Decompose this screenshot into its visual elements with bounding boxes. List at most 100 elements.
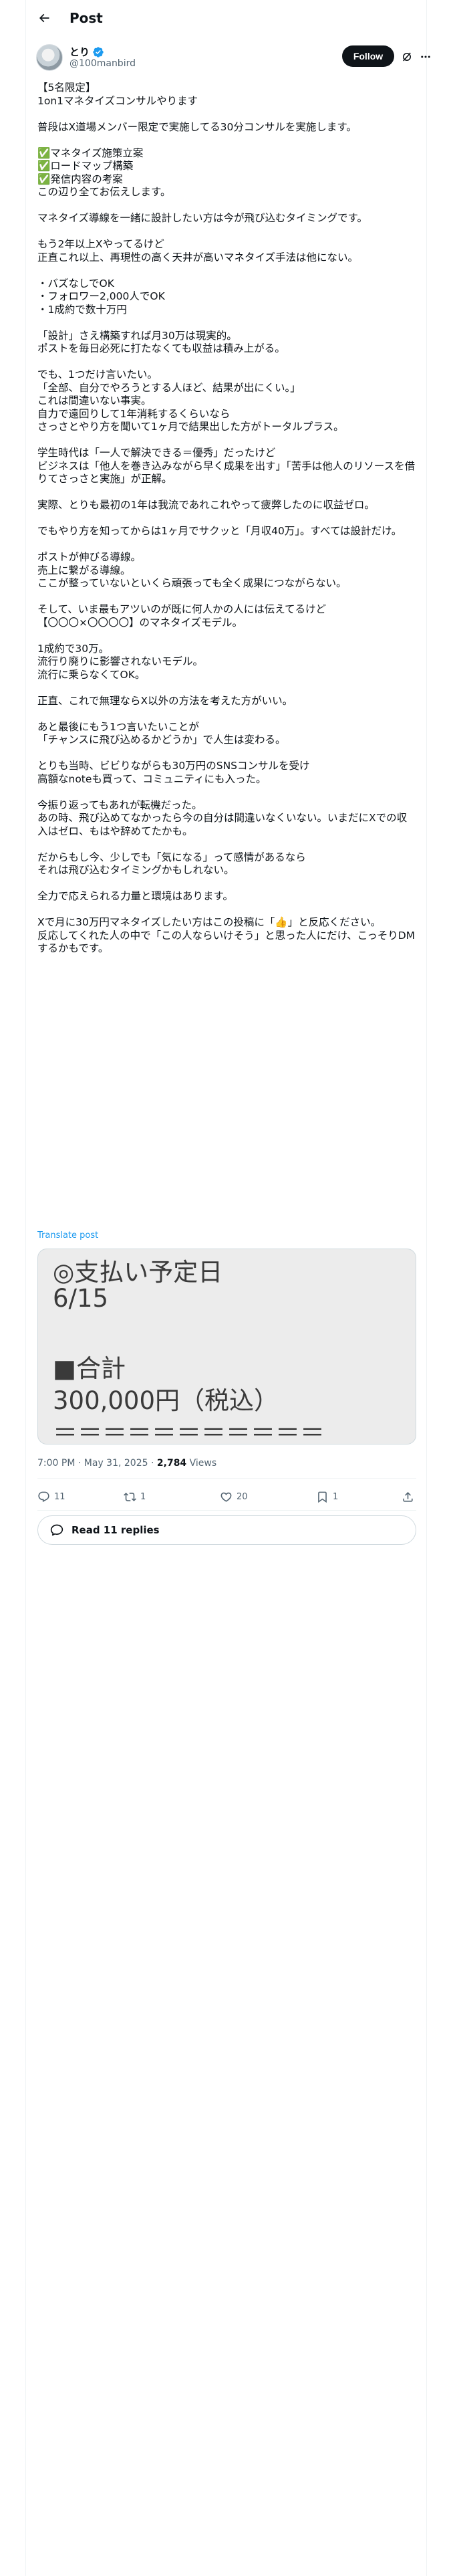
tweet-line: ポストを毎日必死に打たなくても収益は積み上がる。: [37, 342, 285, 354]
tweet-line: ここが整っていないといくら頑張っても全く成果につながらない。: [37, 577, 347, 589]
tweet-line: [37, 356, 416, 369]
post-date[interactable]: May 31, 2025: [84, 1458, 148, 1469]
translate-post-link[interactable]: Translate post: [37, 1230, 98, 1241]
tweet-line: ✅ロードマップ構築: [37, 160, 134, 172]
tweet-line: あの時、飛び込めてなかったら今の自分は間違いなくいない。いまだにXでの収入はゼロ…: [37, 812, 408, 837]
tweet-line: 流行に乗らなくてOK。: [37, 668, 146, 681]
views-count: 2,784: [156, 1458, 187, 1469]
tweet-line: でも、1つだけ言いたい。: [37, 368, 158, 381]
author-name[interactable]: とり: [69, 45, 90, 59]
tweet-line: 「設計」さえ構築すれば月30万は現実的。: [37, 329, 237, 342]
reply-button[interactable]: 11: [37, 1485, 65, 1509]
tweet-line: 【〇〇〇×〇〇〇〇】のマネタイズモデル。: [37, 616, 243, 629]
tweet-line: [37, 108, 416, 121]
tweet-line: ✅発信内容の考案: [37, 173, 123, 185]
tweet-line: この辺り全てお伝えします。: [37, 186, 171, 198]
tweet-line: とりも当時、ビビりながらも30万円のSNSコンサルを受け: [37, 760, 310, 772]
media-text-line: ■合計: [53, 1354, 126, 1383]
tweet-line: それは飛び込むタイミングかもしれない。: [37, 864, 235, 876]
action-bar: 11 1 20 1: [37, 1485, 416, 1509]
author-row: とり @100manbird Follow: [36, 43, 430, 72]
tweet-line: 学生時代は「一人で解決できる＝優秀」だったけど: [37, 447, 276, 459]
grok-icon[interactable]: [401, 51, 413, 63]
repost-icon: [124, 1492, 136, 1501]
tweet-line: [37, 538, 416, 552]
tweet-line: 正直これ以上、再現性の高く天井が高いマネタイズ手法は他にない。: [37, 251, 359, 263]
media-text-line: 300,000円（税込）: [53, 1386, 279, 1415]
tweet-line: [37, 629, 416, 643]
meta-separator: ·: [75, 1458, 84, 1469]
tweet-line: 流行り廃りに影響されないモデル。: [37, 655, 204, 667]
tweet-line: 「全部、自分でやろうとする人ほど、結果が出にくい。」: [37, 381, 301, 394]
read-replies-label: Read 11 replies: [71, 1524, 160, 1536]
author-name-row: とり: [69, 45, 104, 59]
post-meta: 7:00 PM · May 31, 2025 · 2,784 Views: [37, 1458, 216, 1469]
chat-bubble-icon: [50, 1523, 63, 1537]
tweet-line: [37, 681, 416, 695]
divider: [37, 1510, 416, 1511]
tweet-line: 高額なnoteも買って、コミュニティにも入った。: [37, 772, 267, 785]
heart-icon: [220, 1492, 232, 1502]
follow-button[interactable]: Follow: [342, 45, 394, 67]
avatar[interactable]: [36, 44, 63, 71]
tweet-line: [37, 591, 416, 604]
author-handle[interactable]: @100manbird: [69, 58, 136, 69]
tweet-line: [37, 134, 416, 147]
tweet-line: だからもし今、少しでも「気になる」って感情があるなら: [37, 851, 306, 863]
tweet-line: 反応してくれた人の中で「この人ならいけそう」と思った人にだけ、こっそりDMするか…: [37, 929, 416, 955]
tweet-line: さっさとやり方を聞いて1ヶ月で結果出した方がトータルプラス。: [37, 421, 344, 433]
tweet-text: 【5名限定】 1on1マネタイズコンサルやります 普段はX道場メンバー限定で実施して…: [37, 82, 416, 956]
tweet-line: ポストが伸びる導線。: [37, 551, 142, 563]
tweet-line: ✅マネタイズ施策立案: [37, 146, 144, 159]
tweet-line: あと最後にもう1つ言いたいことが: [37, 720, 199, 733]
media-text-line: ＝＝＝＝＝＝＝＝＝＝＝: [53, 1418, 325, 1444]
tweet-line: [37, 512, 416, 526]
views-label: Views: [186, 1458, 217, 1469]
tweet-line: [37, 786, 416, 799]
media-image[interactable]: ◎支払い予定日 6/15 ■合計 300,000円（税込） ＝＝＝＝＝＝＝＝＝＝…: [37, 1249, 416, 1444]
tweet-line: 全力で応えられる力量と環境はあります。: [37, 890, 233, 902]
tweet-line: [37, 199, 416, 213]
like-count: 20: [237, 1491, 248, 1502]
tweet-line: 1成約で30万。: [37, 642, 110, 655]
tweet-line: ビジネスは「他人を巻き込みながら早く成果を出す」「苦手は他人のリソースを借りてさ…: [37, 459, 415, 486]
tweet-line: Xで月に30万円マネタイズしたい方はこの投稿に「👍」と反応ください。: [37, 916, 382, 928]
more-horizontal-icon[interactable]: [419, 51, 432, 63]
tweet-line: マネタイズ導線を一緒に設計したい方は今が飛び込むタイミングです。: [37, 212, 367, 224]
bookmark-icon: [318, 1491, 327, 1503]
tweet-line: [37, 316, 416, 330]
repost-button[interactable]: 1: [124, 1485, 146, 1509]
tweet-line: 普段はX道場メンバー限定で実施してる30分コンサルを実施します。: [37, 120, 357, 133]
tweet-line: [37, 903, 416, 917]
tweet-line: [37, 838, 416, 851]
post-time[interactable]: 7:00 PM: [37, 1458, 75, 1469]
tweet-line: 売上に繋がる導線。: [37, 564, 131, 576]
reply-icon: [38, 1491, 49, 1502]
tweet-line: これは間違いない事実。: [37, 395, 152, 407]
repost-count: 1: [140, 1491, 146, 1502]
reply-count: 11: [54, 1491, 65, 1502]
tweet-line: 実際、とりも最初の1年は我流であれこれやって疲弊したのに収益ゼロ。: [37, 499, 375, 511]
tweet-line: [37, 877, 416, 891]
bookmark-button[interactable]: 1: [316, 1485, 338, 1509]
back-arrow-icon[interactable]: [37, 11, 51, 25]
tweet-line: [37, 434, 416, 447]
tweet-line: ・フォロワー2,000人でOK: [37, 290, 165, 302]
tweet-line: [37, 264, 416, 278]
tweet-line: [37, 486, 416, 500]
tweet-line: 「チャンスに飛び込めるかどうか」で人生は変わる。: [37, 734, 286, 746]
read-replies-button[interactable]: Read 11 replies: [37, 1515, 416, 1545]
tweet-line: [37, 708, 416, 721]
tweet-line: 自力で遠回りして1年消耗するくらいなら: [37, 407, 231, 420]
page-header: Post: [25, 0, 426, 35]
meta-separator: ·: [148, 1458, 157, 1469]
tweet-line: [37, 225, 416, 239]
share-button[interactable]: [402, 1485, 414, 1509]
page-title: Post: [69, 9, 103, 26]
tweet-line: そして、いま最もアツいのが既に何人かの人には伝えてるけど: [37, 603, 326, 615]
like-button[interactable]: 20: [220, 1485, 248, 1509]
media-text-line: 6/15: [53, 1284, 109, 1313]
tweet-line: 今振り返ってもあれが転機だった。: [37, 798, 202, 811]
verified-badge-icon: [92, 46, 104, 58]
share-icon: [403, 1491, 413, 1502]
